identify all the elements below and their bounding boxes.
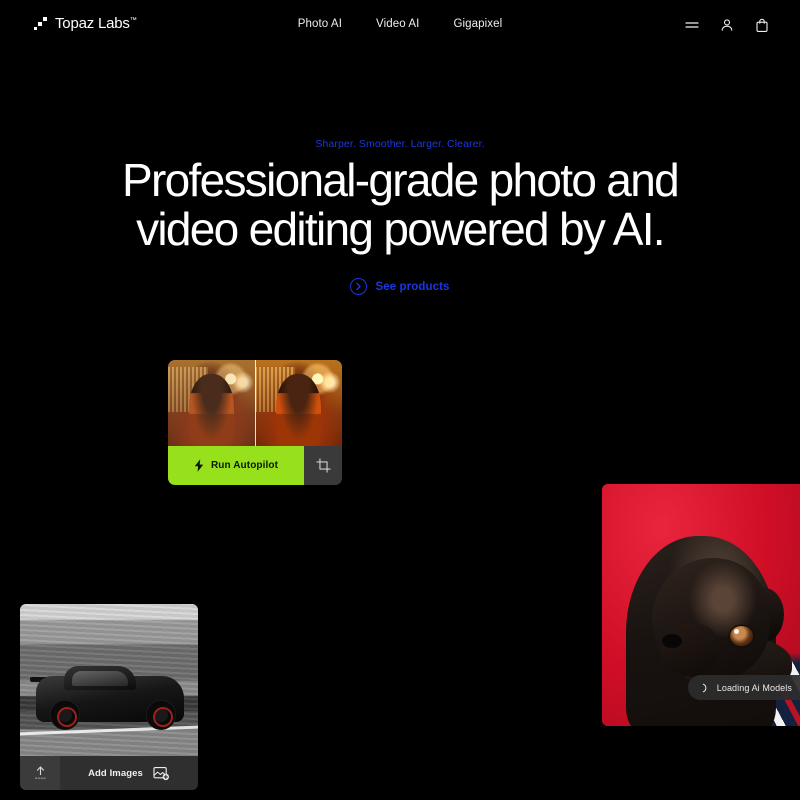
lightning-bolt-icon: [194, 459, 204, 472]
autopilot-toolbar: Run Autopilot: [168, 446, 342, 485]
nav-link-gigapixel[interactable]: Gigapixel: [453, 18, 502, 30]
loading-models-label: Loading Ai Models: [716, 682, 792, 693]
primary-nav-links: Photo AI Video AI Gigapixel: [0, 18, 800, 30]
upload-arrow-icon: [34, 766, 46, 779]
page-root: Topaz Labs™ Photo AI Video AI Gigapixel …: [0, 0, 800, 800]
loading-spinner-icon: [702, 683, 707, 692]
image-after-half: [255, 360, 342, 446]
see-products-label: See products: [375, 280, 450, 293]
top-navigation-bar: Topaz Labs™ Photo AI Video AI Gigapixel: [0, 0, 800, 52]
car-front-wheel: [146, 700, 176, 730]
car-window: [72, 671, 128, 686]
autopilot-card[interactable]: Run Autopilot: [168, 360, 342, 485]
shopping-bag-icon[interactable]: [754, 17, 770, 33]
upload-button[interactable]: [20, 756, 60, 790]
pug-eye: [730, 626, 753, 646]
car-motion-blur-image: [20, 604, 198, 756]
crop-tool-icon: [315, 458, 331, 473]
chevron-right-circle-icon: [350, 278, 368, 295]
pug-portrait-card[interactable]: Loading Ai Models: [602, 484, 800, 726]
car-photo-card[interactable]: Add Images: [20, 604, 198, 790]
car-rear-wheel: [50, 700, 80, 730]
pug-muzzle: [660, 624, 718, 676]
headline-line-2: video editing powered by AI.: [136, 203, 665, 256]
road-lane-marking: [20, 725, 198, 736]
nav-link-video-ai[interactable]: Video AI: [376, 18, 419, 30]
add-images-button[interactable]: Add Images: [60, 756, 198, 790]
car-card-toolbar: Add Images: [20, 756, 198, 790]
add-images-label: Add Images: [88, 767, 143, 779]
see-products-link[interactable]: See products: [0, 278, 800, 295]
user-account-icon[interactable]: [719, 17, 735, 33]
nav-action-icons: [684, 17, 770, 33]
hamburger-menu-icon[interactable]: [684, 17, 700, 33]
page-title: Professional-grade photo and video editi…: [0, 154, 800, 256]
run-autopilot-button[interactable]: Run Autopilot: [168, 446, 304, 485]
pug-nose: [662, 634, 682, 648]
comparison-slider-divider[interactable]: [255, 360, 256, 446]
nav-link-photo-ai[interactable]: Photo AI: [298, 18, 342, 30]
pug-head: [652, 558, 770, 680]
crop-tool-button[interactable]: [304, 446, 342, 485]
loading-models-badge: Loading Ai Models: [687, 675, 800, 700]
image-before-half: [168, 360, 255, 446]
hero-eyebrow: Sharper. Smoother. Larger. Clearer.: [315, 138, 485, 150]
add-image-icon: [153, 766, 169, 780]
headline-line-1: Professional-grade photo and: [122, 154, 680, 206]
run-autopilot-label: Run Autopilot: [210, 460, 279, 471]
